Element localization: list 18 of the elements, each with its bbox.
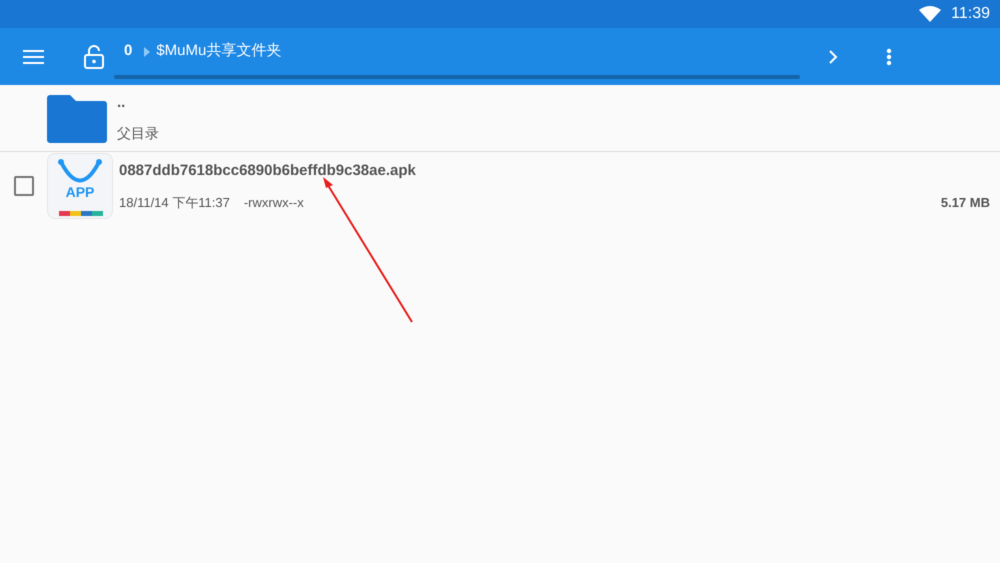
entry-date: 18/11/14 下午11:37 [119, 194, 230, 212]
wifi-icon [919, 6, 942, 22]
menu-icon[interactable] [23, 48, 44, 64]
folder-icon [47, 93, 107, 143]
more-icon[interactable] [886, 48, 892, 66]
breadcrumb-arrow-icon [144, 46, 150, 56]
entry-name: 0887ddb7618bcc6890b6beffdb9c38ae.apk [119, 161, 417, 181]
checkbox[interactable] [14, 176, 34, 196]
clock: 11:39 [951, 4, 990, 24]
chevron-right-icon[interactable] [828, 48, 838, 64]
breadcrumb-item[interactable]: $MuMu共享文件夹 [156, 40, 282, 63]
entry-permissions: -rwxrwx--x [244, 194, 304, 212]
app-icon: APP [47, 153, 113, 219]
entry-name: .. [117, 93, 126, 113]
padlock-icon[interactable] [84, 44, 104, 68]
entry-size: 5.17 MB [940, 194, 990, 212]
breadcrumb-item[interactable]: 0 [124, 40, 132, 63]
entry-detail: 父目录 [117, 124, 159, 143]
